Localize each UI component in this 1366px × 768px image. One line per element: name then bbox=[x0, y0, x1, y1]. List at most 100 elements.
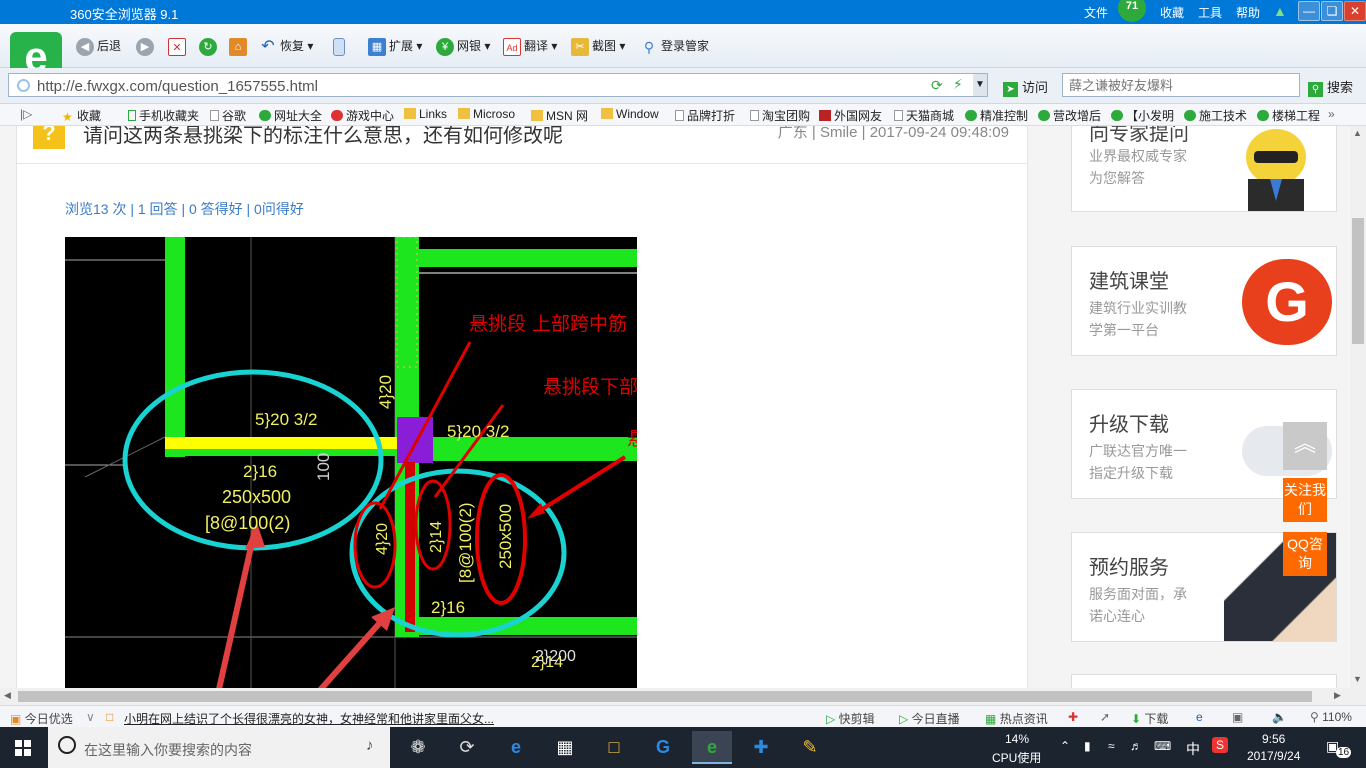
sogou-icon[interactable]: S bbox=[1212, 737, 1228, 753]
task-view-icon[interactable]: ❁ bbox=[398, 731, 438, 764]
zoom-level[interactable]: ⚲ 110% bbox=[1310, 710, 1352, 724]
today-live[interactable]: ▷ 今日直播 bbox=[899, 710, 960, 727]
scroll-thumb[interactable] bbox=[18, 691, 1312, 702]
shirt-icon[interactable]: ▲ bbox=[1273, 3, 1287, 19]
restore-button[interactable]: ❏ bbox=[1321, 1, 1343, 21]
window-icon[interactable]: ▣ bbox=[1232, 710, 1243, 724]
bookmark-google[interactable]: 谷歌 bbox=[210, 107, 246, 124]
refresh-icon[interactable]: ⟳ bbox=[931, 77, 943, 94]
bookmark-msn[interactable]: MSN 网 bbox=[531, 107, 588, 124]
translate-menu[interactable]: Ad 翻译 ▾ bbox=[503, 36, 557, 56]
microphone-icon[interactable]: ♪ bbox=[366, 737, 374, 754]
sidebar-toggle-icon[interactable]: |▷ bbox=[20, 107, 32, 121]
360-browser-taskbar-icon[interactable]: e bbox=[692, 731, 732, 764]
bookmark-hao[interactable]: 网址大全 bbox=[259, 107, 322, 124]
bookmark-invention[interactable]: 【小发明 bbox=[1111, 107, 1174, 124]
search-input[interactable] bbox=[1069, 75, 1289, 95]
taskbar-search[interactable]: 在这里输入你要搜索的内容 ♪ bbox=[48, 727, 390, 768]
clock-time[interactable]: 9:56 bbox=[1262, 732, 1285, 746]
notes-icon[interactable]: ✎ bbox=[790, 731, 830, 764]
bookmark-microsoft[interactable]: Microso bbox=[458, 107, 515, 121]
back-button[interactable]: ◀ 后退 bbox=[76, 36, 121, 56]
menu-tools[interactable]: 工具 bbox=[1198, 4, 1222, 21]
more-bookmarks-icon[interactable]: » bbox=[1328, 107, 1335, 121]
file-explorer-icon[interactable]: □ bbox=[594, 731, 634, 764]
hot-news[interactable]: ▦ 热点资讯 bbox=[985, 710, 1048, 727]
bookmark-precise[interactable]: 精准控制 bbox=[965, 107, 1028, 124]
home-button[interactable]: ⌂ bbox=[229, 36, 250, 56]
close-button[interactable]: ✕ bbox=[1344, 1, 1366, 21]
question-stats[interactable]: 浏览13 次 | 1 回答 | 0 答得好 | 0问得好 bbox=[65, 199, 304, 219]
volume-icon[interactable]: ♬ bbox=[1130, 739, 1142, 753]
card-ask-expert[interactable]: 向专家提问 业界最权威专家 为您解答 bbox=[1071, 126, 1337, 212]
keyboard-icon[interactable]: ⌨ bbox=[1154, 739, 1171, 753]
back-to-top-button[interactable]: ︽ bbox=[1283, 422, 1327, 470]
menu-favorites[interactable]: 收藏 bbox=[1160, 4, 1184, 21]
horizontal-scrollbar[interactable]: ◀ ▶ bbox=[0, 688, 1350, 705]
menu-file[interactable]: 文件 bbox=[1084, 4, 1108, 21]
browser-toolbar: e ◀ 后退 ▶ ✕ ↻ ⌂ ↶ 恢复 ▾ ▦ 扩展 ▾ ¥ 网银 ▾ Ad 翻译 ▾ ✂… bbox=[0, 24, 1366, 84]
stop-button[interactable]: ✕ bbox=[168, 36, 189, 56]
pin-icon[interactable]: ➚ bbox=[1100, 710, 1110, 724]
restore-tabs-button[interactable]: ↶ 恢复 ▾ bbox=[259, 36, 313, 56]
bookmark-taobao[interactable]: 淘宝团购 bbox=[750, 107, 810, 124]
volume-icon[interactable]: 🔈 bbox=[1272, 710, 1287, 724]
download-manager[interactable]: ⬇ 下载 bbox=[1131, 710, 1168, 727]
bookmark-links[interactable]: Links bbox=[404, 107, 447, 121]
ie-icon[interactable]: e bbox=[1196, 710, 1203, 724]
vertical-scrollbar[interactable]: ▲ ▼ bbox=[1350, 126, 1366, 688]
bookmark-brand[interactable]: 品牌打折 bbox=[675, 107, 735, 124]
forward-button[interactable]: ▶ bbox=[136, 36, 157, 56]
scroll-up-icon[interactable]: ▲ bbox=[1353, 128, 1362, 138]
scroll-left-icon[interactable]: ◀ bbox=[4, 690, 11, 701]
scroll-right-icon[interactable]: ▶ bbox=[1334, 690, 1341, 701]
bookmark-stairs[interactable]: 楼梯工程 bbox=[1257, 107, 1320, 124]
score-badge[interactable]: 71 bbox=[1118, 0, 1146, 22]
minimize-button[interactable]: — bbox=[1298, 1, 1320, 21]
bookmark-tmall[interactable]: 天猫商城 bbox=[894, 107, 954, 124]
tray-expand-icon[interactable]: ⌃ bbox=[1060, 739, 1070, 753]
edge-browser-icon[interactable]: e bbox=[496, 731, 536, 764]
bookmark-foreign[interactable]: 外国网友 bbox=[819, 107, 882, 124]
scroll-down-icon[interactable]: ▼ bbox=[1353, 674, 1362, 684]
store-icon[interactable]: ▦ bbox=[545, 731, 585, 764]
screenshot-menu[interactable]: ✂ 截图 ▾ bbox=[571, 36, 625, 56]
bookmark-vat[interactable]: 营改增后 bbox=[1038, 107, 1101, 124]
medical-icon[interactable]: ✚ bbox=[1068, 710, 1078, 724]
collapse-icon[interactable]: ∨ bbox=[86, 710, 95, 724]
bookmark-windows[interactable]: Window bbox=[601, 107, 659, 121]
bookmark-games[interactable]: 游戏中心 bbox=[331, 107, 394, 124]
bookmark-favorites[interactable]: ★ 收藏 bbox=[62, 107, 101, 124]
home-icon: ⌂ bbox=[229, 37, 247, 56]
refresh-button[interactable]: ↻ bbox=[199, 36, 220, 56]
scroll-thumb[interactable] bbox=[1352, 218, 1364, 344]
cad-label: 250x500 bbox=[222, 487, 291, 507]
app-g-icon[interactable]: G bbox=[643, 731, 683, 764]
bookmark-construction[interactable]: 施工技术 bbox=[1184, 107, 1247, 124]
today-picks[interactable]: ▣ 今日优选 bbox=[10, 710, 73, 727]
windows-start-icon[interactable] bbox=[15, 740, 31, 756]
extend-menu[interactable]: ▦ 扩展 ▾ bbox=[368, 36, 422, 56]
app-plus-icon[interactable]: ✚ bbox=[741, 731, 781, 764]
news-link[interactable]: 小明在网上结识了个长得很漂亮的女神，女神经常和他讲家里面父女... bbox=[124, 710, 494, 727]
url-dropdown-icon[interactable]: ▼ bbox=[973, 74, 987, 96]
lightning-icon[interactable]: ⚡ bbox=[953, 76, 963, 93]
qq-consult-button[interactable]: QQ咨询 bbox=[1283, 532, 1327, 576]
wifi-icon[interactable]: ≈ bbox=[1108, 739, 1115, 753]
quick-clip[interactable]: ▷ 快剪辑 bbox=[826, 710, 875, 727]
edge-swirl-icon[interactable]: ⟳ bbox=[447, 731, 487, 764]
bank-menu[interactable]: ¥ 网银 ▾ bbox=[436, 36, 490, 56]
ime-indicator[interactable]: 中 bbox=[1186, 739, 1200, 759]
card-building-class[interactable]: 建筑课堂 建筑行业实训教 学第一平台 G bbox=[1071, 246, 1337, 356]
mobile-button[interactable] bbox=[333, 36, 348, 56]
search-button[interactable]: ⚲ 搜索 bbox=[1308, 77, 1353, 97]
folder-icon bbox=[531, 110, 543, 121]
url-field[interactable]: http://e.fwxgx.com/question_1657555.html… bbox=[8, 73, 988, 97]
clock-date[interactable]: 2017/9/24 bbox=[1247, 749, 1300, 763]
bookmark-mobile[interactable]: 手机收藏夹 bbox=[128, 107, 199, 124]
battery-icon[interactable]: ▮ bbox=[1084, 739, 1091, 753]
menu-help[interactable]: 帮助 bbox=[1236, 4, 1260, 21]
follow-us-button[interactable]: 关注我们 bbox=[1283, 478, 1327, 522]
visit-button[interactable]: ➤ 访问 bbox=[1003, 77, 1048, 97]
login-manager-button[interactable]: ⚲ 登录管家 bbox=[640, 36, 709, 56]
